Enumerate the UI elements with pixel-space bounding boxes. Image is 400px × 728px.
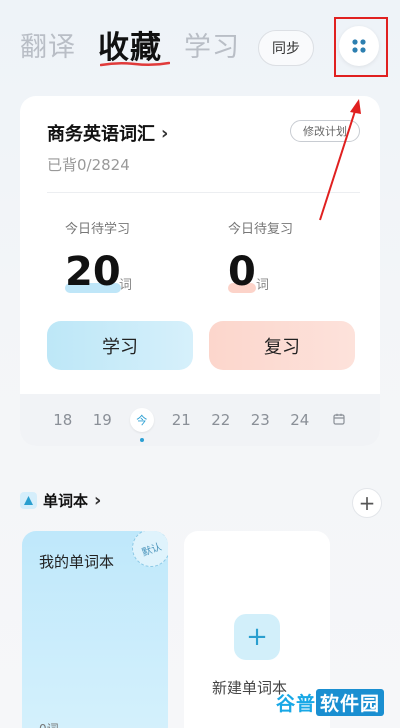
review-label: 今日待复习 xyxy=(228,222,294,237)
menu-button[interactable] xyxy=(339,26,379,66)
wordbook-card[interactable]: 我的单词本 默认 0词 xyxy=(22,531,168,728)
day-item[interactable]: 18 xyxy=(43,411,83,429)
plan-progress: 已背0/2824 xyxy=(47,156,130,174)
day-item[interactable]: 24 xyxy=(280,411,320,429)
day-item[interactable]: 19 xyxy=(83,411,123,429)
today-dot xyxy=(139,438,144,442)
modify-plan-button[interactable]: 修改计划 xyxy=(290,120,360,142)
calendar-icon xyxy=(333,413,345,425)
divider xyxy=(47,192,360,193)
top-tabs: 翻译 收藏 学习 xyxy=(20,22,240,70)
tab-favorites[interactable]: 收藏 xyxy=(98,26,170,70)
watermark-text-a: 谷普 xyxy=(276,692,317,715)
calendar-button[interactable] xyxy=(320,411,360,429)
sync-button[interactable]: 同步 xyxy=(258,30,314,66)
review-count-value: 0 xyxy=(228,249,256,295)
wordbook-name: 我的单词本 xyxy=(39,553,115,571)
watermark-logo: 谷普 软件园 xyxy=(276,686,392,718)
day-item[interactable]: 22 xyxy=(201,411,241,429)
plus-icon: + xyxy=(234,614,280,660)
wordbook-section-icon xyxy=(20,492,37,509)
plus-icon: + xyxy=(358,491,376,515)
default-badge: 默认 xyxy=(126,531,168,573)
wordbooks-title: 单词本 xyxy=(43,492,89,510)
wordbook-count: 0词 xyxy=(39,720,59,728)
day-item[interactable]: 21 xyxy=(162,411,202,429)
plan-title-link[interactable]: 商务英语词汇 › xyxy=(47,120,168,146)
review-unit: 词 xyxy=(256,278,270,293)
day-item[interactable]: 23 xyxy=(241,411,281,429)
learn-label: 今日待学习 xyxy=(65,222,131,237)
learn-count: 20 xyxy=(65,248,121,296)
learn-count-value: 20 xyxy=(65,249,121,295)
tab-translate[interactable]: 翻译 xyxy=(20,26,76,70)
review-count: 0 xyxy=(228,248,256,296)
wordbooks-header[interactable]: 单词本 › xyxy=(20,490,101,511)
tab-study[interactable]: 学习 xyxy=(184,26,240,70)
chevron-right-icon: › xyxy=(94,490,102,511)
day-item-today[interactable]: 今 xyxy=(122,408,162,442)
add-wordbook-button[interactable]: + xyxy=(352,488,382,518)
today-label: 今 xyxy=(129,408,154,432)
grid-dots-icon xyxy=(352,39,366,53)
study-plan-card: 商务英语词汇 › 修改计划 已背0/2824 今日待学习 20 词 今日待复习 … xyxy=(20,96,380,446)
watermark-text-b: 软件园 xyxy=(316,688,385,716)
review-button[interactable]: 复习 xyxy=(209,321,355,370)
active-tab-underline xyxy=(100,61,170,67)
week-strip: 18 19 今 21 22 23 24 xyxy=(20,394,380,446)
plan-title: 商务英语词汇 xyxy=(47,124,155,145)
chevron-right-icon: › xyxy=(161,122,169,144)
learn-button[interactable]: 学习 xyxy=(47,321,193,370)
